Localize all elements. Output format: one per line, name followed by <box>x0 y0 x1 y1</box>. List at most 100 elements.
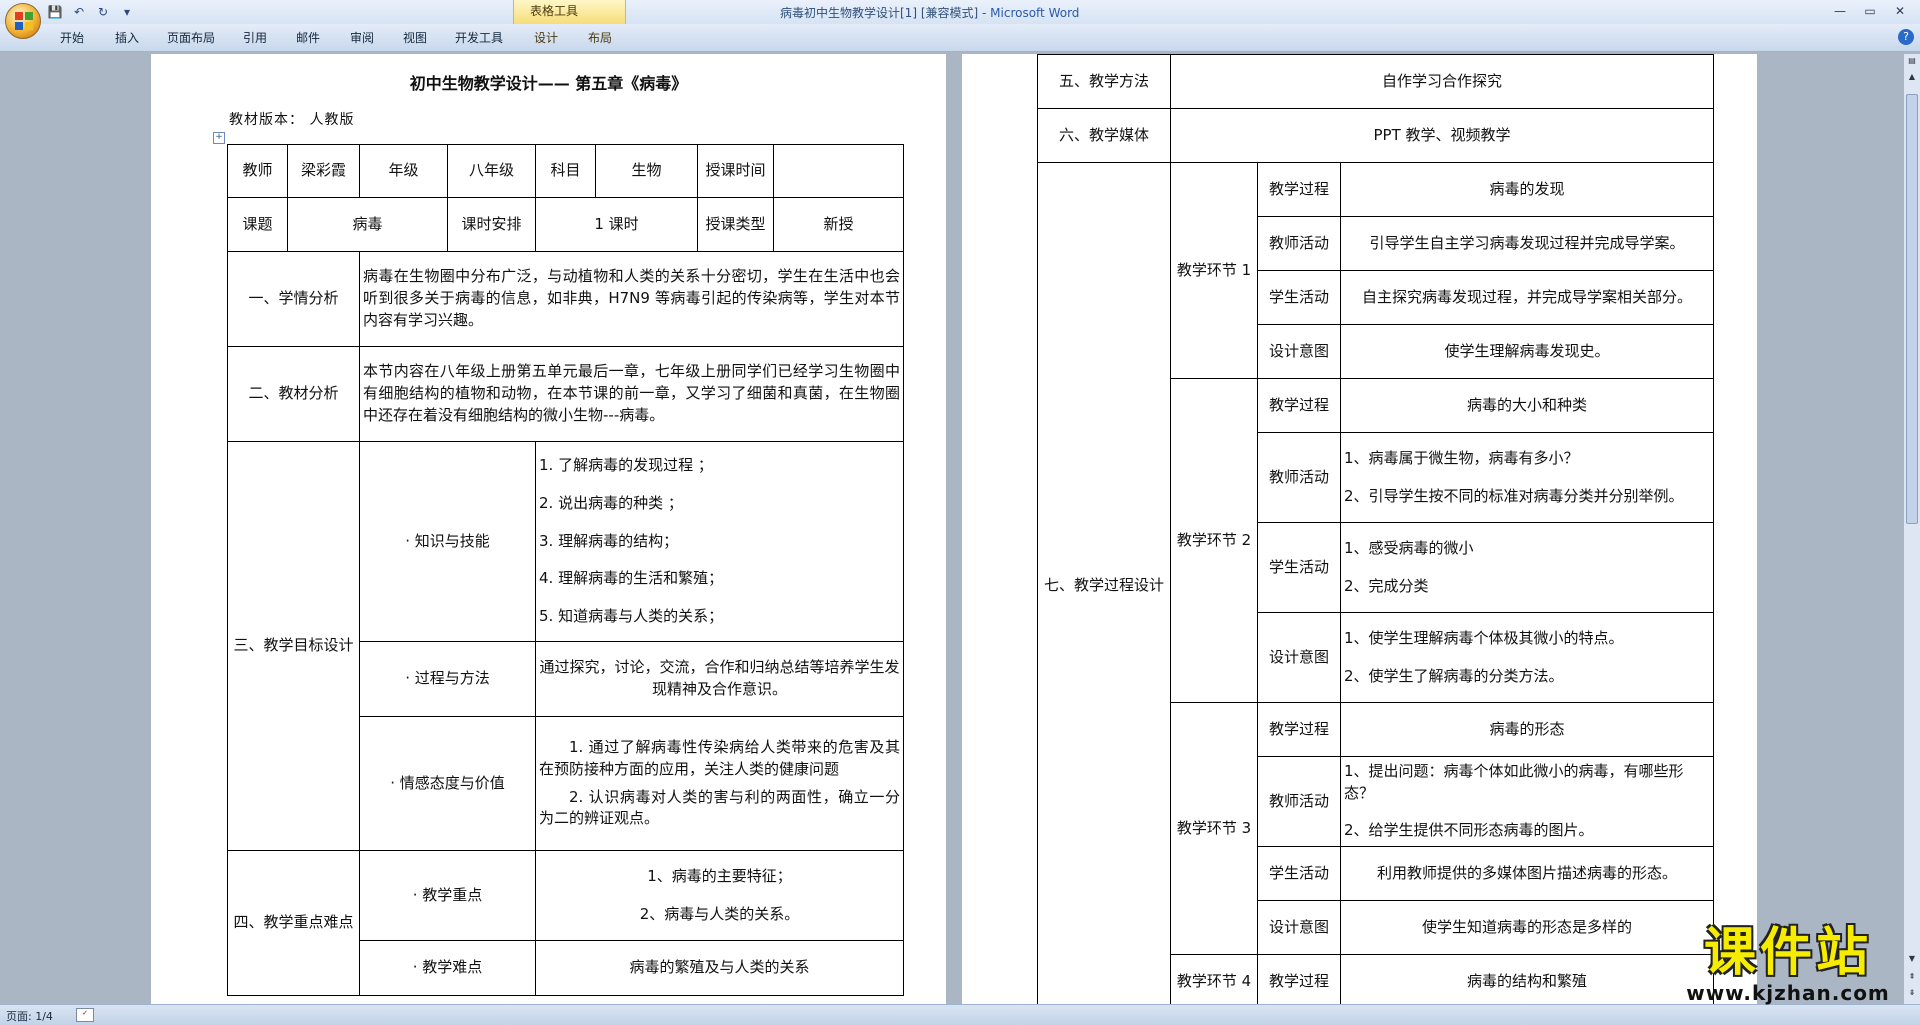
document-page-2: 五、教学方法 自作学习合作探究 六、教学媒体 PPT 教学、视频教学 七、教学过… <box>962 54 1757 1004</box>
stage-2-teacher-activity[interactable]: 1、病毒属于微生物，病毒有多小？ 2、引导学生按不同的标准对病毒分类并分别举例。 <box>1339 432 1715 523</box>
teacher-activity-label: 教师活动 <box>1257 432 1341 523</box>
title-separator: - <box>978 6 991 20</box>
stage-4-label: 教学环节 4 <box>1170 954 1258 1004</box>
list-item: 2、给学生提供不同形态病毒的图片。 <box>1344 821 1594 840</box>
teaching-process-table: 五、教学方法 自作学习合作探究 六、教学媒体 PPT 教学、视频教学 七、教学过… <box>1037 54 1715 1004</box>
material-analysis-text[interactable]: 本节内容在八年级上册第五单元最后一章，七年级上册同学们已经学习生物圈中有细胞结构… <box>359 346 904 442</box>
tab-view[interactable]: 视图 <box>403 29 427 46</box>
list-item: 4. 理解病毒的生活和繁殖； <box>539 569 724 588</box>
tab-insert[interactable]: 插入 <box>115 29 139 46</box>
stage-3-process[interactable]: 病毒的形态 <box>1339 702 1715 757</box>
emotion-values-text[interactable]: 1. 通过了解病毒性传染病给人类带来的危害及其在预防接种方面的应用，关注人类的健… <box>535 716 904 851</box>
stage-4-process[interactable]: 病毒的结构和繁殖 <box>1339 954 1715 1004</box>
list-item: 2、引导学生按不同的标准对病毒分类并分别举例。 <box>1344 486 1684 505</box>
section-3-label: 三、教学目标设计 <box>227 441 360 851</box>
stage-1-teacher-activity[interactable]: 引导学生自主学习病毒发现过程并完成导学案。 <box>1339 216 1715 271</box>
paragraph: 1. 通过了解病毒性传染病给人类带来的危害及其在预防接种方面的应用，关注人类的健… <box>539 738 900 778</box>
table-row: 教师 梁彩霞 年级 八年级 科目 生物 授课时间 <box>227 144 904 198</box>
lesson-type-value[interactable]: 新授 <box>773 197 904 252</box>
stage-3-label: 教学环节 3 <box>1170 702 1258 955</box>
class-hours-value[interactable]: 1 课时 <box>535 197 698 252</box>
stage-1-label: 教学环节 1 <box>1170 162 1258 379</box>
tab-table-layout[interactable]: 布局 <box>588 29 612 46</box>
watermark-url: www.kjzhan.com <box>1686 981 1890 1005</box>
tab-table-design[interactable]: 设计 <box>534 29 558 46</box>
minimize-icon[interactable]: — <box>1826 1 1854 21</box>
stage-3-student-activity[interactable]: 利用教师提供的多媒体图片描述病毒的形态。 <box>1339 846 1715 901</box>
list-item: 1、提出问题：病毒个体如此微小的病毒，有哪些形态？ <box>1344 761 1684 802</box>
emotion-values-label: · 情感态度与价值 <box>359 716 536 851</box>
teaching-media-value[interactable]: PPT 教学、视频教学 <box>1169 108 1715 163</box>
teaching-method-value[interactable]: 自作学习合作探究 <box>1169 54 1715 109</box>
redo-icon[interactable]: ↻ <box>94 3 112 21</box>
section-1-label: 一、学情分析 <box>227 251 360 347</box>
tab-references[interactable]: 引用 <box>243 29 267 46</box>
close-icon[interactable]: ✕ <box>1886 1 1914 21</box>
class-hours-label: 课时安排 <box>447 197 536 252</box>
subject-value[interactable]: 生物 <box>595 144 698 198</box>
app-name: Microsoft Word <box>990 6 1080 20</box>
knowledge-skills-label: · 知识与技能 <box>359 441 536 642</box>
tab-home[interactable]: 开始 <box>60 29 84 46</box>
section-6-label: 六、教学媒体 <box>1037 108 1171 163</box>
list-item: 3. 理解病毒的结构； <box>539 531 679 550</box>
knowledge-skills-list[interactable]: 1. 了解病毒的发现过程 ； 2. 说出病毒的种类 ； 3. 理解病毒的结构； … <box>535 441 904 642</box>
stage-2-label: 教学环节 2 <box>1170 378 1258 703</box>
page-indicator[interactable]: 页面: 1/4 <box>6 1008 53 1024</box>
section-2-label: 二、教材分析 <box>227 346 360 442</box>
student-activity-label: 学生活动 <box>1257 522 1341 613</box>
list-item: 1、病毒的主要特征； <box>647 866 792 885</box>
proofing-icon[interactable]: ✓ <box>76 1008 94 1022</box>
list-item: 1、感受病毒的微小 <box>1344 538 1474 557</box>
maximize-icon[interactable]: ▭ <box>1856 1 1884 21</box>
design-intent-label: 设计意图 <box>1257 612 1341 703</box>
difficulty-text[interactable]: 病毒的繁殖及与人类的关系 <box>535 940 904 996</box>
title-bar: 💾 ↶ ↻ ▾ 表格工具 病毒初中生物教学设计[1] [兼容模式] - Micr… <box>0 0 1920 24</box>
table-row: 四、教学重点难点 · 教学重点 1、病毒的主要特征； 2、病毒与人类的关系。 <box>227 850 904 996</box>
grade-value[interactable]: 八年级 <box>447 144 536 198</box>
process-method-text[interactable]: 通过探究，讨论，交流，合作和归纳总结等培养学生发现精神及合作意识。 <box>535 641 904 717</box>
stage-2-student-activity[interactable]: 1、感受病毒的微小 2、完成分类 <box>1339 522 1715 613</box>
table-row: 七、教学过程设计 教学环节 1 教学过程 病毒的发现 <box>1037 162 1715 1004</box>
undo-icon[interactable]: ↶ <box>70 3 88 21</box>
tab-review[interactable]: 审阅 <box>350 29 374 46</box>
stage-1-design-intent[interactable]: 使学生理解病毒发现史。 <box>1339 324 1715 379</box>
window-title: 病毒初中生物教学设计[1] [兼容模式] - Microsoft Word <box>780 4 1079 21</box>
tab-developer[interactable]: 开发工具 <box>455 29 503 46</box>
design-intent-label: 设计意图 <box>1257 324 1341 379</box>
help-icon[interactable]: ? <box>1898 29 1914 45</box>
section-4-label: 四、教学重点难点 <box>227 850 360 996</box>
office-logo-icon <box>15 12 33 30</box>
topic-label: 课题 <box>227 197 288 252</box>
list-item: 5. 知道病毒与人类的关系； <box>539 607 724 626</box>
scroll-up-icon[interactable]: ▲ <box>1906 72 1918 84</box>
stage-2-process[interactable]: 病毒的大小和种类 <box>1339 378 1715 433</box>
stage-1-process[interactable]: 病毒的发现 <box>1339 162 1715 217</box>
table-move-handle-icon[interactable]: + <box>213 132 225 144</box>
tab-page-layout[interactable]: 页面布局 <box>167 29 215 46</box>
table-row: 二、教材分析 本节内容在八年级上册第五单元最后一章，七年级上册同学们已经学习生物… <box>227 346 904 442</box>
class-time-value[interactable] <box>773 144 904 198</box>
ruler-toggle-icon[interactable]: ▤ <box>1906 56 1918 68</box>
list-item: 1、使学生理解病毒个体极其微小的特点。 <box>1344 628 1624 647</box>
list-item: 1、病毒属于微生物，病毒有多小？ <box>1344 448 1579 467</box>
key-point-list[interactable]: 1、病毒的主要特征； 2、病毒与人类的关系。 <box>535 850 904 941</box>
list-item: 2. 说出病毒的种类 ； <box>539 493 683 512</box>
stage-3-teacher-activity[interactable]: 1、提出问题：病毒个体如此微小的病毒，有哪些形态？ 2、给学生提供不同形态病毒的… <box>1339 756 1715 847</box>
vertical-scrollbar[interactable]: ▤ ▲ ▼ ⇞ ⇟ <box>1904 54 1920 1004</box>
stage-1-student-activity[interactable]: 自主探究病毒发现过程，并完成导学案相关部分。 <box>1339 270 1715 325</box>
student-analysis-text[interactable]: 病毒在生物圈中分布广泛，与动植物和人类的关系十分密切，学生在生活中也会听到很多关… <box>359 251 904 347</box>
stage-3-design-intent[interactable]: 使学生知道病毒的形态是多样的 <box>1339 900 1715 955</box>
customize-qat-icon[interactable]: ▾ <box>118 3 136 21</box>
tab-mailings[interactable]: 邮件 <box>296 29 320 46</box>
topic-value[interactable]: 病毒 <box>287 197 448 252</box>
watermark-logo-text: 课件站 <box>1703 923 1872 983</box>
office-button[interactable] <box>5 3 41 39</box>
stage-2-design-intent[interactable]: 1、使学生理解病毒个体极其微小的特点。 2、使学生了解病毒的分类方法。 <box>1339 612 1715 703</box>
teacher-name[interactable]: 梁彩霞 <box>287 144 360 198</box>
scrollbar-thumb[interactable] <box>1906 94 1918 524</box>
list-item: 2、病毒与人类的关系。 <box>639 904 800 923</box>
save-icon[interactable]: 💾 <box>46 3 64 21</box>
design-intent-label: 设计意图 <box>1257 900 1341 955</box>
teacher-activity-label: 教师活动 <box>1257 216 1341 271</box>
